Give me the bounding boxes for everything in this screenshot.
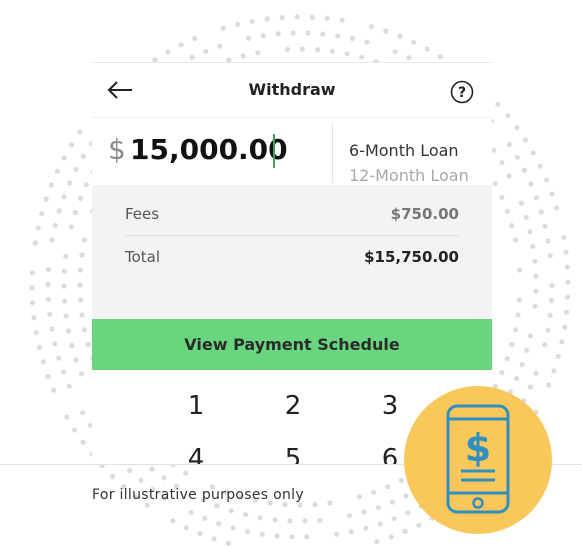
svg-text:?: ? [458,85,466,101]
amount-input[interactable]: 15,000.00 [130,133,288,166]
total-value: $15,750.00 [364,248,459,266]
header-bar: Withdraw ? [92,63,492,118]
svg-text:$: $ [465,426,491,470]
mobile-payment-badge: $ [404,386,552,534]
page-title: Withdraw [248,80,336,99]
summary-divider [125,235,459,236]
currency-symbol: $ [108,133,126,166]
view-payment-schedule-button[interactable]: View Payment Schedule [92,319,492,370]
divider [332,123,333,183]
loan-option-6-month[interactable]: 6-Month Loan [349,141,459,160]
text-caret [273,134,275,168]
help-icon[interactable]: ? [450,80,474,104]
total-row: Total $15,750.00 [125,248,459,288]
fees-row: Fees $750.00 [125,205,459,245]
amount-row: $ 15,000.00 6-Month Loan 12-Month Loan [92,117,492,185]
loan-option-12-month[interactable]: 12-Month Loan [349,166,469,185]
keypad-key-2[interactable]: 2 [263,391,323,421]
disclaimer-caption: For illustrative purposes only [92,487,304,503]
fee-summary: Fees $750.00 Total $15,750.00 [92,185,492,319]
total-label: Total [125,248,161,266]
fees-label: Fees [125,205,160,223]
fees-value: $750.00 [390,205,459,223]
keypad-key-4[interactable]: 4 [166,444,226,465]
phone-dollar-icon: $ [446,404,510,514]
keypad-key-5[interactable]: 5 [263,444,323,465]
keypad-key-1[interactable]: 1 [166,391,226,421]
